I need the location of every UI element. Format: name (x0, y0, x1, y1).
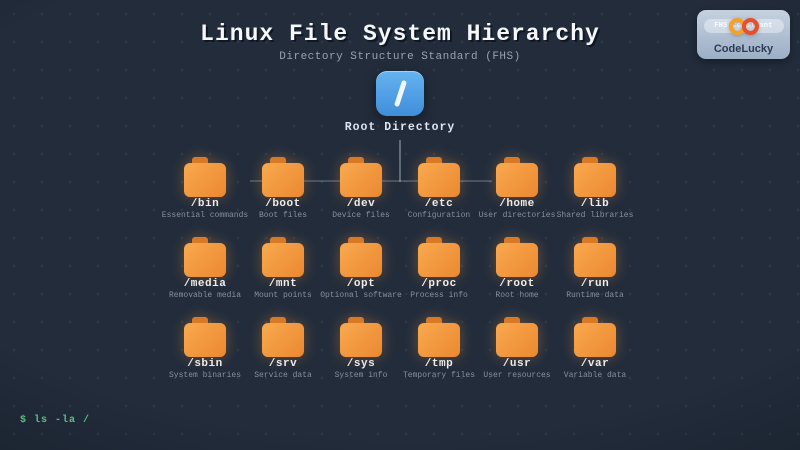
directory-item-lib: /lib Shared libraries (556, 157, 634, 220)
directory-description: Boot files (259, 211, 307, 220)
folder-icon (340, 157, 382, 196)
infinity-ring-right (742, 18, 759, 35)
directory-name: /opt (347, 278, 375, 290)
directory-item-sys: /sys System info (322, 317, 400, 380)
directory-item-usr: /usr User resources (478, 317, 556, 380)
directory-item-tmp: /tmp Temporary files (400, 317, 478, 380)
directory-description: Removable media (169, 291, 241, 300)
folder-icon (184, 157, 226, 196)
terminal-prompt: $ ls -la / (20, 415, 90, 426)
folder-icon (574, 157, 616, 196)
directory-item-bin: /bin Essential commands (166, 157, 244, 220)
directory-name: /root (499, 278, 535, 290)
directory-name: /run (581, 278, 609, 290)
folder-icon (496, 157, 538, 196)
directory-item-proc: /proc Process info (400, 237, 478, 300)
directory-description: Runtime data (566, 291, 624, 300)
folder-icon (574, 237, 616, 276)
folder-icon (418, 237, 460, 276)
page-title: Linux File System Hierarchy (0, 21, 800, 47)
page-subtitle: Directory Structure Standard (FHS) (0, 51, 800, 63)
folder-icon (184, 237, 226, 276)
folder-icon (262, 317, 304, 356)
directory-description: Process info (410, 291, 468, 300)
directory-item-home: /home User directories (478, 157, 556, 220)
directory-item-dev: /dev Device files (322, 157, 400, 220)
directory-name: /sbin (187, 358, 223, 370)
directory-item-srv: /srv Service data (244, 317, 322, 380)
directory-description: Shared libraries (557, 211, 634, 220)
folder-icon (262, 157, 304, 196)
directory-name: /media (184, 278, 227, 290)
slash-icon (394, 80, 407, 107)
infinity-logo-icon (729, 18, 759, 35)
directory-item-sbin: /sbin System binaries (166, 317, 244, 380)
codelucky-badge: FHS Compliant CodeLucky (697, 10, 790, 59)
directory-name: /etc (425, 198, 453, 210)
root-directory-icon (376, 71, 424, 116)
folder-icon (574, 317, 616, 356)
directory-description: Mount points (254, 291, 312, 300)
directory-description: User directories (479, 211, 556, 220)
directory-name: /bin (191, 198, 219, 210)
directory-item-root: /root Root home (478, 237, 556, 300)
root-directory-label: Root Directory (0, 121, 800, 134)
directory-description: Device files (332, 211, 390, 220)
directory-item-media: /media Removable media (166, 237, 244, 300)
directory-description: Root home (495, 291, 538, 300)
directory-name: /sys (347, 358, 375, 370)
directory-name: /lib (581, 198, 609, 210)
directory-item-etc: /etc Configuration (400, 157, 478, 220)
folder-icon (418, 157, 460, 196)
directory-item-run: /run Runtime data (556, 237, 634, 300)
folder-icon (496, 317, 538, 356)
directory-description: Optional software (320, 291, 402, 300)
directory-name: /usr (503, 358, 531, 370)
directory-name: /boot (265, 198, 301, 210)
directory-description: System info (335, 371, 388, 380)
directory-description: Variable data (564, 371, 626, 380)
folder-icon (340, 317, 382, 356)
directory-description: Essential commands (162, 211, 248, 220)
folder-icon (184, 317, 226, 356)
directory-name: /dev (347, 198, 375, 210)
directory-name: /tmp (425, 358, 453, 370)
folder-icon (340, 237, 382, 276)
folder-icon (496, 237, 538, 276)
directory-name: /proc (421, 278, 457, 290)
folder-icon (262, 237, 304, 276)
directory-item-var: /var Variable data (556, 317, 634, 380)
brand-name: CodeLucky (697, 43, 790, 55)
directory-description: System binaries (169, 371, 241, 380)
directory-item-opt: /opt Optional software (322, 237, 400, 300)
directory-description: Configuration (408, 211, 470, 220)
directory-name: /srv (269, 358, 297, 370)
directory-description: Temporary files (403, 371, 475, 380)
directory-name: /mnt (269, 278, 297, 290)
directory-name: /home (499, 198, 535, 210)
directory-item-boot: /boot Boot files (244, 157, 322, 220)
directory-description: User resources (483, 371, 550, 380)
directory-name: /var (581, 358, 609, 370)
directory-description: Service data (254, 371, 312, 380)
directory-item-mnt: /mnt Mount points (244, 237, 322, 300)
directory-grid: /bin Essential commands /boot Boot files… (166, 157, 634, 380)
folder-icon (418, 317, 460, 356)
